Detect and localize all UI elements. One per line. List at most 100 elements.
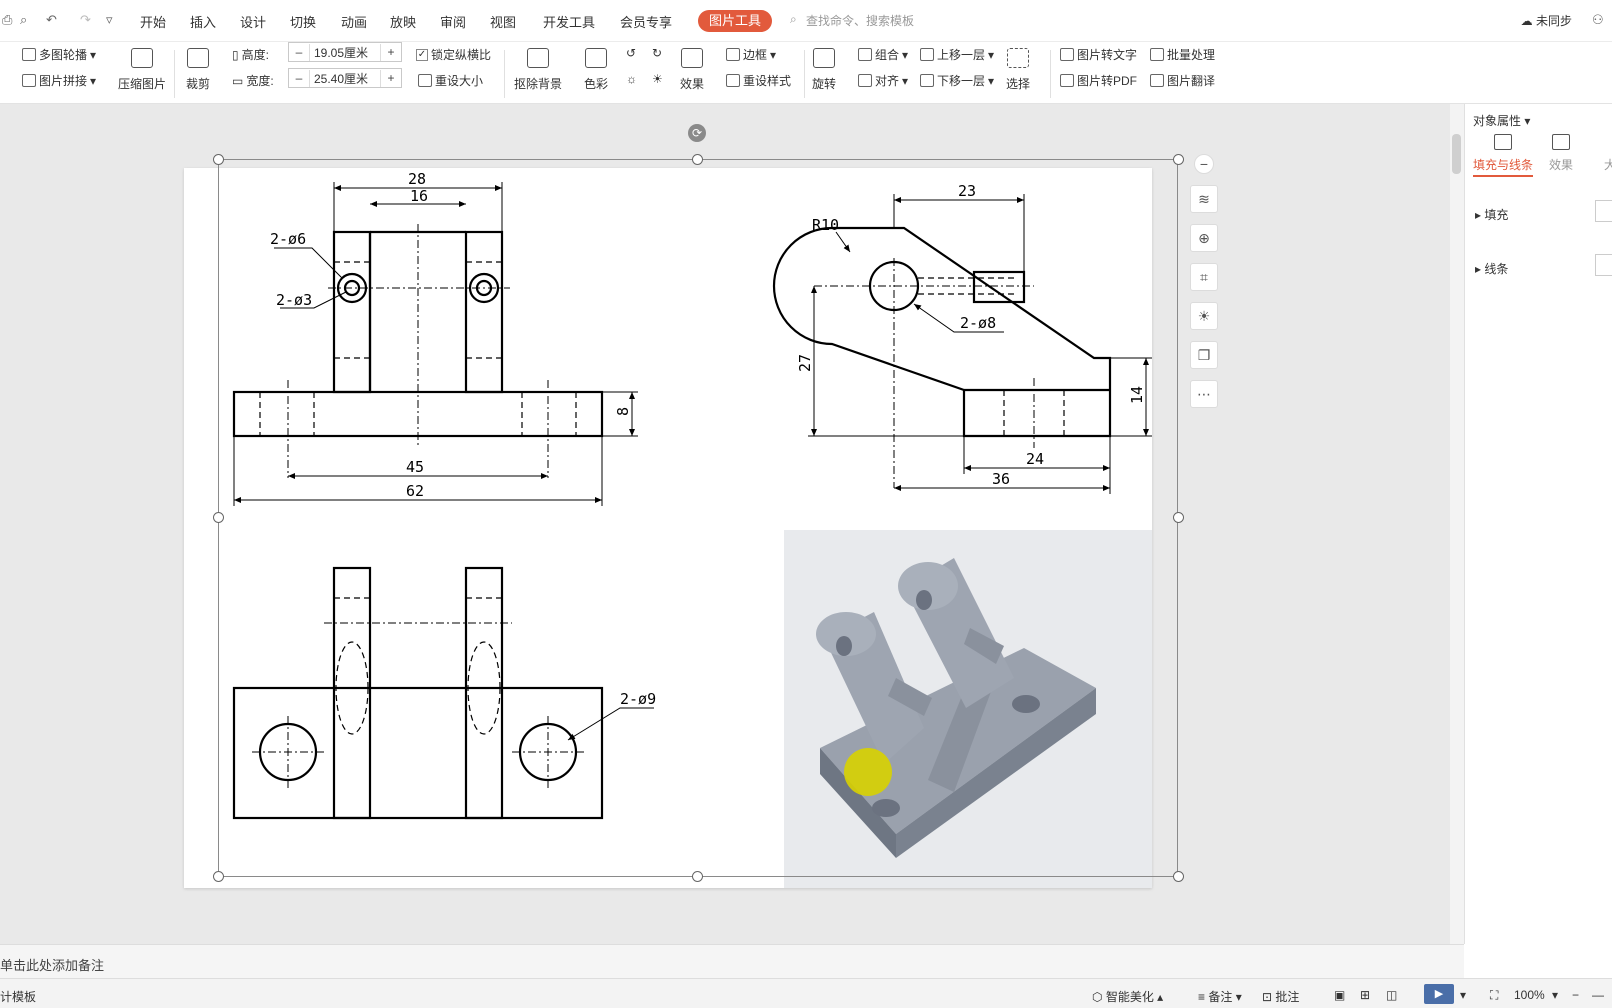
reset-style-button[interactable]: 重设样式 — [726, 72, 791, 89]
width-value[interactable]: 25.40厘米 — [309, 69, 381, 87]
rotate-right-icon[interactable]: ↻ — [652, 46, 662, 60]
brightness-down-icon[interactable]: ☀ — [652, 72, 663, 86]
menu-insert[interactable]: 插入 — [190, 12, 216, 31]
bring-forward-button[interactable]: 上移一层 ▾ — [920, 46, 994, 63]
copy-image-icon[interactable]: ❐ — [1190, 341, 1218, 369]
play-icon[interactable]: ▶ — [1424, 984, 1454, 1004]
tab-fill-line[interactable]: 填充与线条 — [1473, 134, 1534, 177]
lock-ratio-checkbox[interactable]: ✓ 锁定纵横比 — [416, 46, 491, 63]
section-line[interactable]: ▸ 线条 — [1475, 260, 1508, 277]
selection-frame[interactable] — [218, 159, 1178, 877]
collage-button[interactable]: 图片拼接 ▾ — [22, 72, 96, 89]
border-icon — [726, 48, 740, 61]
zoom-out-icon[interactable]: − — [1572, 988, 1579, 1002]
remove-background-button[interactable]: 抠除背景 — [514, 48, 562, 92]
menu-transition[interactable]: 切换 — [290, 12, 316, 31]
layers-icon[interactable]: ≋ — [1190, 185, 1218, 213]
notes-pane[interactable]: 单击此处添加备注 — [0, 944, 1464, 978]
crop-icon[interactable]: ⌗ — [1190, 263, 1218, 291]
notes-placeholder[interactable]: 单击此处添加备注 — [0, 955, 104, 974]
fill-swatch[interactable] — [1595, 200, 1612, 222]
comments-button[interactable]: ⊡ 批注 — [1262, 988, 1299, 1005]
height-decrease-button[interactable]: – — [289, 45, 309, 59]
width-decrease-button[interactable]: – — [289, 71, 309, 85]
reading-view-icon[interactable]: ◫ — [1386, 988, 1397, 1002]
panel-title[interactable]: 对象属性 ▾ — [1473, 112, 1530, 129]
rotate-handle-icon[interactable]: ⟳ — [688, 124, 706, 142]
multi-outline-button[interactable]: 多图轮播 ▾ — [22, 46, 96, 63]
to-pdf-button[interactable]: 图片转PDF — [1060, 72, 1137, 89]
crop-button[interactable]: 裁剪 — [186, 48, 210, 92]
menu-design[interactable]: 设计 — [240, 12, 266, 31]
translate-button[interactable]: 图片翻译 — [1150, 72, 1215, 89]
width-increase-button[interactable]: + — [381, 71, 401, 85]
menu-member[interactable]: 会员专享 — [620, 12, 672, 31]
border-button[interactable]: 边框 ▾ — [726, 46, 776, 63]
menu-developer[interactable]: 开发工具 — [543, 12, 595, 31]
menu-slideshow[interactable]: 放映 — [390, 12, 416, 31]
rotate-left-icon[interactable]: ↺ — [626, 46, 636, 60]
to-text-button[interactable]: 图片转文字 — [1060, 46, 1137, 63]
resize-handle[interactable] — [213, 871, 224, 882]
align-button[interactable]: 对齐 ▾ — [858, 72, 908, 89]
resize-handle[interactable] — [1173, 871, 1184, 882]
tab-effects[interactable]: 效果 — [1549, 134, 1573, 173]
customize-icon[interactable]: ▿ — [106, 12, 113, 28]
zoom-dropdown-icon[interactable]: ▾ — [1552, 988, 1558, 1002]
resize-handle[interactable] — [692, 871, 703, 882]
tab-size[interactable]: 大 — [1601, 134, 1612, 173]
slide-workspace: 28 16 2-ø6 2-ø3 8 45 62 23 R10 2-ø8 27 1… — [0, 104, 1450, 944]
beautify-button[interactable]: ⬡ 智能美化 ▴ — [1092, 988, 1163, 1005]
line-swatch[interactable] — [1595, 254, 1612, 276]
batch-icon — [1150, 48, 1164, 61]
resize-handle[interactable] — [213, 154, 224, 165]
width-stepper[interactable]: – 25.40厘米 + — [288, 68, 402, 88]
menu-review[interactable]: 审阅 — [440, 12, 466, 31]
rotate-button[interactable]: 旋转 — [812, 48, 836, 92]
compress-button[interactable]: 压缩图片 — [118, 48, 166, 92]
batch-button[interactable]: 批量处理 — [1150, 46, 1215, 63]
color-button[interactable]: 色彩 — [584, 48, 608, 92]
menu-view[interactable]: 视图 — [490, 12, 516, 31]
resize-handle[interactable] — [1173, 512, 1184, 523]
effects-button[interactable]: 效果 — [680, 48, 704, 92]
sync-status[interactable]: ☁ 未同步 — [1521, 12, 1572, 29]
height-value[interactable]: 19.05厘米 — [309, 43, 381, 61]
height-stepper[interactable]: – 19.05厘米 + — [288, 42, 402, 62]
resize-handle[interactable] — [692, 154, 703, 165]
user-icon[interactable]: ⚇ — [1592, 12, 1604, 28]
undo-icon[interactable]: ↶ — [46, 12, 57, 28]
template-label[interactable]: 计模板 — [0, 988, 36, 1005]
reset-size-button[interactable]: 重设大小 — [418, 72, 483, 89]
menu-home[interactable]: 开始 — [140, 12, 166, 31]
select-button[interactable]: 选择 — [1006, 48, 1030, 92]
tab-effects-label: 效果 — [1549, 158, 1574, 172]
lightbulb-icon[interactable]: ☀ — [1190, 302, 1218, 330]
preview-icon[interactable]: ⌕ — [20, 12, 27, 28]
slide-sorter-icon[interactable]: ⊞ — [1360, 988, 1370, 1002]
notes-button[interactable]: ≡ 备注 ▾ — [1198, 988, 1242, 1005]
send-backward-button[interactable]: 下移一层 ▾ — [920, 72, 994, 89]
resize-handle[interactable] — [1173, 154, 1184, 165]
zoom-slider[interactable]: — — [1592, 988, 1604, 1002]
zoom-level[interactable]: 100% — [1514, 988, 1545, 1002]
brightness-up-icon[interactable]: ☼ — [626, 72, 637, 86]
zoom-in-icon[interactable]: ⊕ — [1190, 224, 1218, 252]
command-search[interactable]: 查找命令、搜索模板 — [806, 12, 914, 29]
scroll-thumb[interactable] — [1452, 134, 1461, 174]
tab-size-label: 大 — [1603, 158, 1612, 172]
play-options-icon[interactable]: ▾ — [1460, 988, 1466, 1002]
section-fill[interactable]: ▸ 填充 — [1475, 206, 1508, 223]
normal-view-icon[interactable]: ▣ — [1334, 988, 1345, 1002]
print-icon[interactable]: ⎙ — [2, 12, 12, 28]
vertical-scrollbar[interactable] — [1450, 104, 1464, 944]
collapse-icon[interactable]: − — [1194, 154, 1214, 174]
resize-handle[interactable] — [213, 512, 224, 523]
fit-window-icon[interactable]: ⛶ — [1490, 988, 1498, 1003]
group-button[interactable]: 组合 ▾ — [858, 46, 908, 63]
more-icon[interactable]: ⋯ — [1190, 380, 1218, 408]
redo-icon[interactable]: ↷ — [80, 12, 91, 28]
height-increase-button[interactable]: + — [381, 45, 401, 59]
menu-animation[interactable]: 动画 — [341, 12, 367, 31]
menu-picture-tools[interactable]: 图片工具 — [698, 10, 772, 32]
